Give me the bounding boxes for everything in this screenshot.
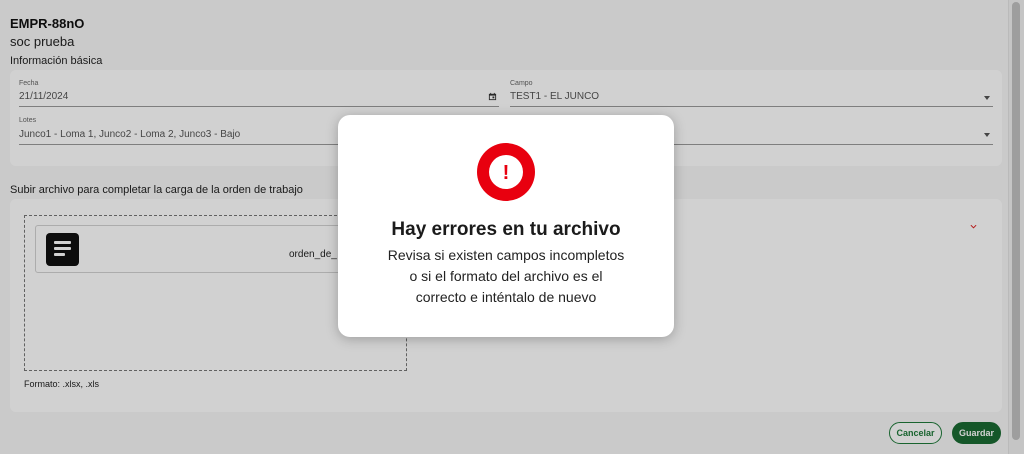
alert-mark: ! (503, 162, 510, 184)
modal-message-line: o si el formato del archivo es el (409, 268, 603, 284)
alert-circle-icon: ! (477, 143, 535, 201)
modal-message-line: correcto e inténtalo de nuevo (415, 289, 597, 305)
error-modal: ! Hay errores en tu archivo Revisa si ex… (338, 115, 674, 337)
modal-message-line: Revisa si existen campos incompletos (387, 247, 625, 263)
modal-message: Revisa si existen campos incompletos o s… (358, 245, 654, 308)
modal-title: Hay errores en tu archivo (391, 219, 621, 240)
